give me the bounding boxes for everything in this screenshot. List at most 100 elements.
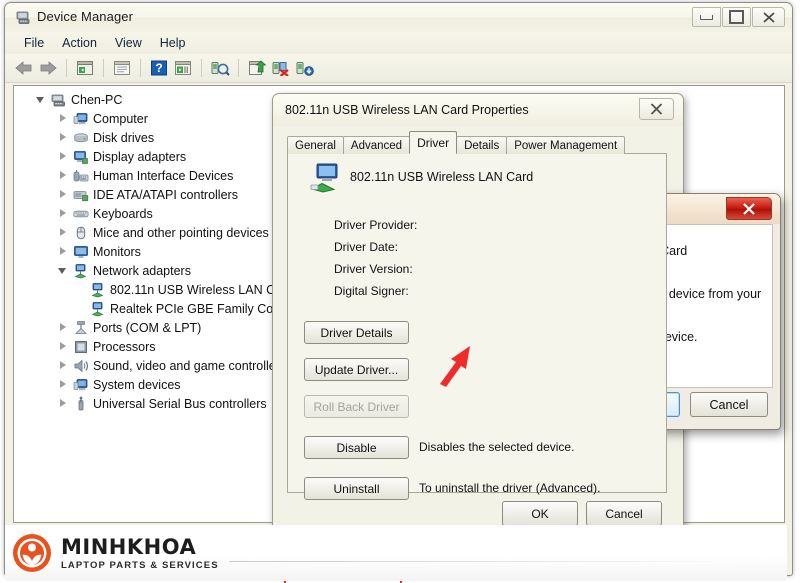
chevron-right-icon[interactable]	[58, 380, 67, 389]
tree-label: Chen-PC	[71, 92, 123, 107]
tree-label: Human Interface Devices	[93, 168, 234, 183]
properties-body: General Advanced Driver Details Power Ma…	[282, 126, 674, 536]
tree-label: Keyboards	[93, 206, 153, 221]
uninstall-device-button[interactable]	[270, 57, 292, 79]
driver-details-button[interactable]: Driver Details	[304, 321, 409, 344]
update-driver-software-button[interactable]	[246, 57, 268, 79]
show-hide-console-tree-button[interactable]	[74, 57, 96, 79]
chevron-right-icon[interactable]	[58, 361, 67, 370]
network-device-icon	[310, 163, 338, 193]
properties-close-button[interactable]	[639, 98, 674, 120]
close-icon	[650, 103, 663, 115]
confirm-cancel-button[interactable]: Cancel	[690, 392, 768, 417]
toolbar-separator	[238, 59, 239, 77]
chevron-right-icon[interactable]	[58, 323, 67, 332]
maximize-button[interactable]	[722, 7, 751, 27]
disable-description: Disables the selected device.	[419, 440, 575, 454]
computer-icon	[51, 94, 65, 106]
disable-device-button[interactable]	[294, 57, 316, 79]
help-button[interactable]: ?	[148, 57, 170, 79]
tree-label: Disk drives	[93, 130, 155, 145]
field-label-driver-date: Driver Date:	[334, 240, 399, 254]
port-icon	[75, 320, 87, 334]
processor-icon	[75, 340, 87, 353]
forward-button[interactable]	[37, 57, 59, 79]
tree-label: Computer	[93, 111, 148, 126]
uninstall-description: To uninstall the driver (Advanced).	[419, 481, 601, 495]
toolbar-separator	[201, 59, 202, 77]
tab-advanced[interactable]: Advanced	[342, 136, 411, 154]
menu-item-action[interactable]: Action	[53, 34, 106, 52]
tab-details[interactable]: Details	[456, 136, 508, 154]
tree-label: 802.11n USB Wireless LAN Card	[110, 282, 294, 297]
chevron-right-icon[interactable]	[58, 114, 67, 123]
chevron-down-icon[interactable]	[58, 266, 67, 275]
show-hide-console-tree-icon	[77, 61, 93, 75]
disable-device-icon	[296, 62, 314, 76]
chevron-right-icon[interactable]	[58, 171, 67, 180]
chevron-right-icon[interactable]	[58, 228, 67, 237]
chevron-right-icon[interactable]	[58, 209, 67, 218]
chevron-right-icon[interactable]	[58, 133, 67, 142]
minhkhoa-logo-icon	[13, 534, 51, 572]
chevron-right-icon[interactable]	[58, 342, 67, 351]
brand-name: MINHKHOA	[61, 535, 197, 559]
close-button[interactable]	[752, 7, 785, 27]
chevron-down-icon[interactable]	[36, 95, 45, 104]
display-adapter-icon	[74, 150, 88, 164]
update-driver-software-icon	[248, 60, 267, 75]
properties-button[interactable]	[111, 57, 133, 79]
minimize-button[interactable]	[692, 7, 721, 27]
update-driver-button[interactable]: Update Driver...	[304, 358, 409, 381]
device-manager-icon	[16, 11, 30, 24]
minimize-icon	[700, 14, 713, 20]
brand-logo: MINHKHOA LAPTOP PARTS & SERVICES	[12, 529, 772, 577]
window-controls	[692, 7, 785, 27]
tab-power-management[interactable]: Power Management	[506, 136, 626, 154]
chevron-right-icon[interactable]	[58, 399, 67, 408]
chevron-right-icon[interactable]	[58, 152, 67, 161]
roll-back-driver-button: Roll Back Driver	[304, 395, 409, 418]
chevron-right-icon[interactable]	[58, 247, 67, 256]
chevron-right-icon[interactable]	[58, 190, 67, 199]
driver-tab-panel: 802.11n USB Wireless LAN Card Driver Pro…	[287, 153, 667, 500]
logo-divider	[228, 560, 772, 562]
update-driver-button[interactable]	[172, 57, 194, 79]
toolbar-separator	[103, 59, 104, 77]
annotation-arrow-icon	[440, 346, 470, 387]
back-button[interactable]	[13, 57, 35, 79]
properties-icon	[114, 61, 130, 75]
network-device-icon	[91, 282, 104, 297]
usb-controller-icon	[78, 396, 84, 410]
menu-item-help[interactable]: Help	[151, 34, 195, 52]
sound-icon	[74, 359, 88, 372]
menu-item-view[interactable]: View	[106, 34, 151, 52]
device-properties-dialog: 802.11n USB Wireless LAN Card Properties…	[272, 93, 684, 583]
toolbar-separator	[140, 59, 141, 77]
confirm-close-button[interactable]	[726, 197, 772, 220]
tab-general[interactable]: General	[287, 136, 344, 154]
properties-cancel-button[interactable]: Cancel	[586, 501, 662, 526]
mouse-icon	[76, 226, 86, 239]
driver-device-name: 802.11n USB Wireless LAN Card	[350, 170, 534, 184]
tree-label: Mice and other pointing devices	[93, 225, 269, 240]
properties-ok-button[interactable]: OK	[502, 501, 578, 526]
tab-driver[interactable]: Driver	[409, 131, 458, 154]
disable-button[interactable]: Disable	[304, 436, 409, 459]
brand-tagline: LAPTOP PARTS & SERVICES	[61, 560, 219, 571]
svg-text:?: ?	[155, 61, 162, 75]
forward-icon	[40, 61, 57, 75]
computer-node-icon	[73, 112, 88, 124]
properties-button-row: OK Cancel	[502, 501, 662, 526]
tree-label: System devices	[93, 377, 181, 392]
back-icon	[15, 61, 32, 75]
uninstall-button[interactable]: Uninstall	[304, 477, 409, 500]
uninstall-device-icon	[272, 62, 289, 76]
tree-label: IDE ATA/ATAPI controllers	[93, 187, 238, 202]
menu-item-file[interactable]: File	[15, 34, 53, 52]
scan-for-hardware-changes-button[interactable]	[209, 57, 231, 79]
maximize-icon	[729, 10, 744, 24]
tree-label: Display adapters	[93, 149, 187, 164]
scan-for-hardware-changes-icon	[211, 62, 230, 76]
toolbar-separator	[66, 59, 67, 77]
